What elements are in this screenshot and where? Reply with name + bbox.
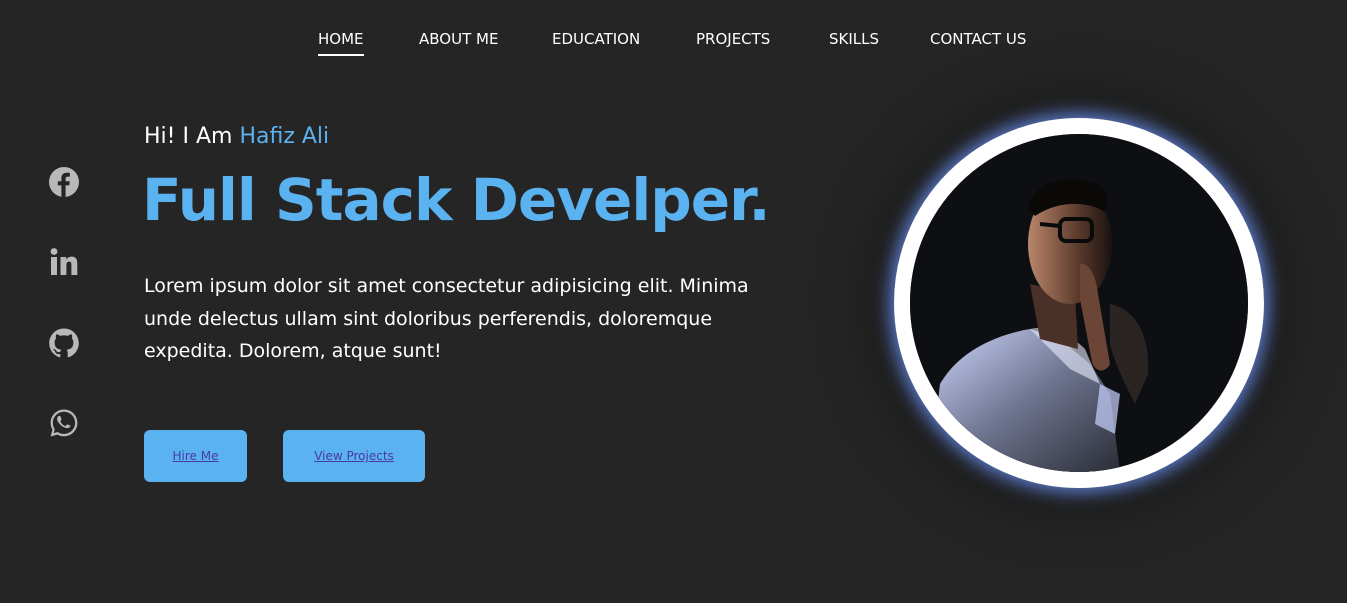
whatsapp-icon[interactable]: [47, 406, 81, 440]
greeting-prefix: Hi! I Am: [144, 124, 240, 149]
view-projects-button[interactable]: View Projects: [283, 430, 425, 482]
facebook-icon[interactable]: [47, 165, 81, 199]
portrait-image: [910, 134, 1248, 472]
profile-photo-frame: [894, 118, 1264, 488]
hire-me-label: Hire Me: [172, 449, 219, 463]
page: HOME ABOUT ME EDUCATION PROJECTS SKILLS …: [0, 0, 1347, 603]
main-nav: HOME ABOUT ME EDUCATION PROJECTS SKILLS …: [0, 30, 1347, 62]
github-icon[interactable]: [47, 326, 81, 360]
hero-name: Hafiz Ali: [239, 124, 330, 149]
nav-contact-us[interactable]: CONTACT US: [930, 30, 1026, 54]
hero-headline: Full Stack Develper.: [142, 166, 770, 234]
nav-skills[interactable]: SKILLS: [829, 30, 879, 54]
linkedin-icon[interactable]: [47, 245, 81, 279]
hero-intro: Lorem ipsum dolor sit amet consectetur a…: [144, 275, 749, 362]
nav-home[interactable]: HOME: [318, 30, 364, 56]
profile-photo: [894, 118, 1264, 488]
hire-me-button[interactable]: Hire Me: [144, 430, 247, 482]
greeting: Hi! I Am Hafiz Ali: [144, 124, 329, 149]
nav-projects[interactable]: PROJECTS: [696, 30, 770, 54]
nav-education[interactable]: EDUCATION: [552, 30, 640, 54]
nav-about-me[interactable]: ABOUT ME: [419, 30, 498, 54]
view-projects-label: View Projects: [314, 449, 394, 463]
